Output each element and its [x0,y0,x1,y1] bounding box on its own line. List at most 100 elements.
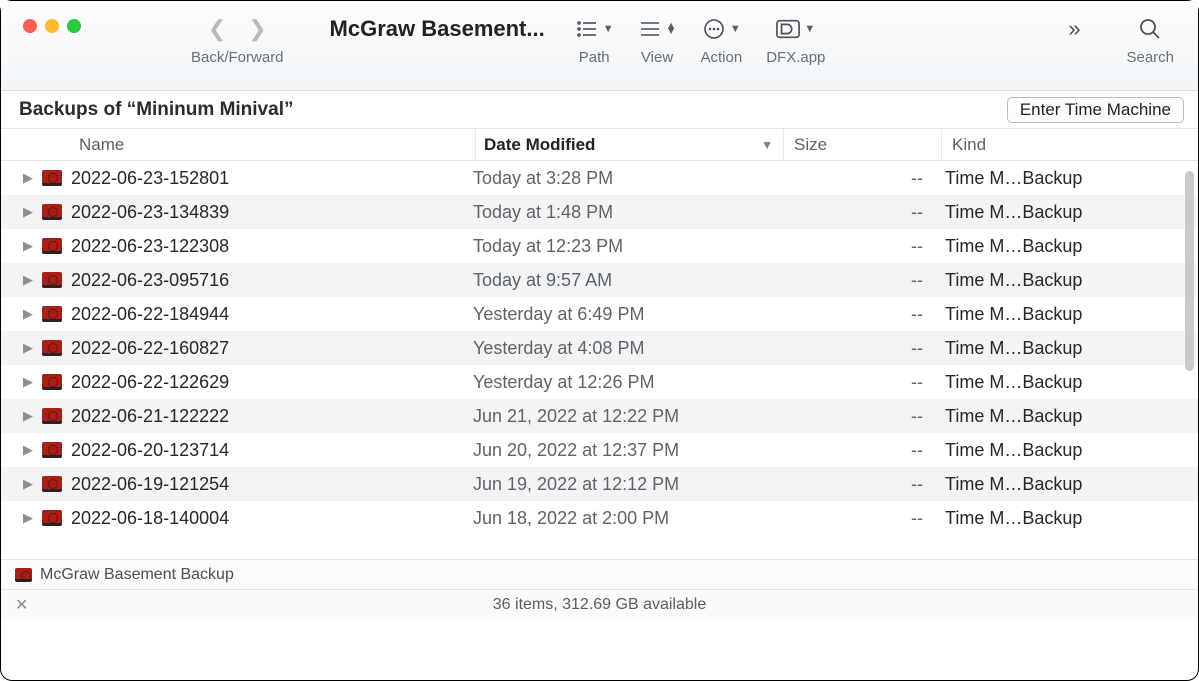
list-icon [575,17,599,41]
row-name: 2022-06-22-160827 [65,338,473,359]
table-row[interactable]: ▶2022-06-22-160827Yesterday at 4:08 PM--… [1,331,1198,365]
back-forward-label: Back/Forward [191,49,284,66]
toolbar: ❮ ❯ Back/Forward McGraw Basement... ▼ Pa… [1,1,1198,91]
column-name[interactable]: Name [79,129,475,160]
window-controls [23,19,81,33]
dfx-icon [776,17,800,41]
backup-drive-icon [39,204,65,220]
backup-drive-icon [39,442,65,458]
path-bar-label: McGraw Basement Backup [40,566,234,584]
overflow-button[interactable]: » [1062,13,1086,45]
disclosure-triangle-icon[interactable]: ▶ [23,476,39,492]
close-window-button[interactable] [23,19,37,33]
row-name: 2022-06-22-122629 [65,372,473,393]
row-size: -- [787,406,945,427]
drive-icon [15,568,32,582]
disclosure-triangle-icon[interactable]: ▶ [23,238,39,254]
backup-drive-icon [39,408,65,424]
disclosure-triangle-icon[interactable]: ▶ [23,510,39,526]
row-kind: Time M…Backup [945,406,1198,427]
dfx-button[interactable]: ▼ [776,13,815,45]
row-date: Today at 12:23 PM [473,236,787,257]
disclosure-triangle-icon[interactable]: ▶ [23,306,39,322]
row-date: Jun 20, 2022 at 12:37 PM [473,440,787,461]
disclosure-triangle-icon[interactable]: ▶ [23,442,39,458]
disclosure-triangle-icon[interactable]: ▶ [23,170,39,186]
path-bar[interactable]: McGraw Basement Backup [1,559,1198,589]
table-row[interactable]: ▶2022-06-23-152801Today at 3:28 PM--Time… [1,161,1198,195]
view-label: View [641,49,673,66]
table-row[interactable]: ▶2022-06-20-123714Jun 20, 2022 at 12:37 … [1,433,1198,467]
row-size: -- [787,202,945,223]
window-title: McGraw Basement... [284,13,575,42]
path-group: ▼ Path [575,13,614,66]
backup-drive-icon [39,170,65,186]
row-size: -- [787,372,945,393]
row-size: -- [787,168,945,189]
action-group: ▼ Action [701,13,743,66]
sort-descending-icon: ▼ [761,138,773,152]
status-text: 36 items, 312.69 GB available [493,596,706,614]
disclosure-triangle-icon[interactable]: ▶ [23,374,39,390]
row-name: 2022-06-23-134839 [65,202,473,223]
table-row[interactable]: ▶2022-06-23-134839Today at 1:48 PM--Time… [1,195,1198,229]
row-kind: Time M…Backup [945,338,1198,359]
enter-time-machine-button[interactable]: Enter Time Machine [1007,97,1184,123]
disclosure-triangle-icon[interactable]: ▶ [23,204,39,220]
view-group: ▲▼ View [638,13,677,66]
zoom-window-button[interactable] [67,19,81,33]
disclosure-triangle-icon[interactable]: ▶ [23,272,39,288]
row-date: Today at 3:28 PM [473,168,787,189]
subheader: Backups of “Mininum Minival” Enter Time … [1,91,1198,129]
scrollbar[interactable] [1185,171,1194,371]
row-size: -- [787,236,945,257]
row-size: -- [787,508,945,529]
ellipsis-circle-icon [702,17,726,41]
row-name: 2022-06-23-095716 [65,270,473,291]
updown-icon: ▲▼ [666,24,677,35]
row-kind: Time M…Backup [945,270,1198,291]
row-kind: Time M…Backup [945,474,1198,495]
row-kind: Time M…Backup [945,372,1198,393]
table-row[interactable]: ▶2022-06-23-122308Today at 12:23 PM--Tim… [1,229,1198,263]
table-row[interactable]: ▶2022-06-18-140004Jun 18, 2022 at 2:00 P… [1,501,1198,535]
list-view-icon [638,17,662,41]
disclosure-triangle-icon[interactable]: ▶ [23,408,39,424]
view-button[interactable]: ▲▼ [638,13,677,45]
file-listing[interactable]: ▶2022-06-23-152801Today at 3:28 PM--Time… [1,161,1198,559]
backup-drive-icon [39,272,65,288]
column-size[interactable]: Size [783,129,941,160]
table-row[interactable]: ▶2022-06-23-095716Today at 9:57 AM--Time… [1,263,1198,297]
disclosure-triangle-icon[interactable]: ▶ [23,340,39,356]
backup-drive-icon [39,476,65,492]
chevrons-right-icon: » [1062,17,1086,41]
search-button[interactable] [1138,13,1162,45]
minimize-window-button[interactable] [45,19,59,33]
action-label: Action [701,49,743,66]
path-button[interactable]: ▼ [575,13,614,45]
action-button[interactable]: ▼ [702,13,741,45]
table-row[interactable]: ▶2022-06-22-122629Yesterday at 12:26 PM-… [1,365,1198,399]
backup-drive-icon [39,306,65,322]
search-label: Search [1126,49,1174,66]
table-row[interactable]: ▶2022-06-19-121254Jun 19, 2022 at 12:12 … [1,467,1198,501]
row-name: 2022-06-23-152801 [65,168,473,189]
dfx-group: ▼ DFX.app [766,13,825,66]
row-date: Yesterday at 4:08 PM [473,338,787,359]
forward-button[interactable]: ❯ [248,16,266,42]
overflow-group: » [1062,13,1086,66]
table-row[interactable]: ▶2022-06-21-122222Jun 21, 2022 at 12:22 … [1,399,1198,433]
row-date: Today at 1:48 PM [473,202,787,223]
row-size: -- [787,440,945,461]
table-row[interactable]: ▶2022-06-22-184944Yesterday at 6:49 PM--… [1,297,1198,331]
chevron-down-icon: ▼ [603,23,614,35]
row-date: Jun 21, 2022 at 12:22 PM [473,406,787,427]
row-name: 2022-06-22-184944 [65,304,473,325]
row-date: Jun 18, 2022 at 2:00 PM [473,508,787,529]
sync-off-icon[interactable]: ✕ [15,595,28,615]
row-size: -- [787,304,945,325]
column-kind[interactable]: Kind [941,129,1198,160]
back-button[interactable]: ❮ [208,16,226,42]
row-kind: Time M…Backup [945,236,1198,257]
column-date-modified[interactable]: Date Modified ▼ [475,129,783,160]
